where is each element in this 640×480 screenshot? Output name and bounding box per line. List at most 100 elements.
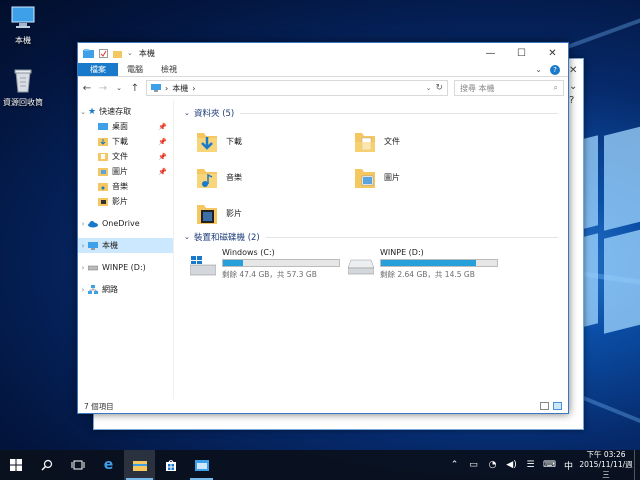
- search-icon: ⌕: [553, 83, 558, 92]
- downloads-folder-icon: [98, 138, 108, 146]
- desktop-icon-this-pc[interactable]: 本機: [0, 4, 46, 46]
- drives-group-header[interactable]: ⌄ 裝置和磁碟機 (2): [184, 230, 558, 244]
- music-folder-icon: [197, 169, 217, 188]
- drive-usage-fill: [223, 260, 243, 266]
- task-view-button[interactable]: [62, 450, 93, 480]
- sidebar-item-this-pc[interactable]: › 本機: [78, 238, 173, 253]
- folder-documents[interactable]: 文件: [354, 128, 400, 154]
- content-pane: ⌄ 資料夾 (5) 下載 文件 音樂 圖片 影片 ⌄ 裝置和磁碟機 (2) Wi…: [174, 100, 568, 399]
- properties-icon[interactable]: [99, 48, 108, 58]
- drive-d[interactable]: WINPE (D:) 剩餘 2.64 GB，共 14.5 GB: [348, 248, 498, 280]
- address-bar[interactable]: › 本機 › ⌄ ↻: [146, 80, 448, 96]
- sidebar-item-label: 本機: [102, 241, 118, 250]
- folder-pictures[interactable]: 圖片: [354, 164, 400, 190]
- title-bar[interactable]: ⌄ 本機 — ☐ ✕: [78, 43, 568, 63]
- sidebar-item-quick-access[interactable]: ⌄ ★ 快速存取: [78, 104, 173, 119]
- large-icons-view-button[interactable]: [553, 402, 562, 410]
- app-taskbar-button[interactable]: [186, 450, 217, 480]
- folder-downloads[interactable]: 下載: [196, 128, 242, 154]
- collapsed-chevron-icon[interactable]: ›: [78, 220, 88, 228]
- tab-file[interactable]: 檔案: [78, 63, 118, 76]
- expanded-chevron-icon[interactable]: ⌄: [184, 109, 194, 117]
- desktop-icon-recycle-bin[interactable]: 資源回收筒: [0, 66, 46, 108]
- pin-icon[interactable]: 📌: [158, 138, 167, 146]
- sidebar-item-label: 文件: [112, 152, 128, 161]
- search-placeholder: 搜尋 本機: [460, 83, 495, 93]
- address-location[interactable]: 本機: [172, 83, 188, 94]
- clock[interactable]: 下午 03:26 2015/11/11/週三: [578, 450, 634, 480]
- collapsed-chevron-icon[interactable]: ›: [78, 264, 88, 272]
- drive-usage-bar: [222, 259, 340, 267]
- details-view-button[interactable]: [540, 402, 549, 410]
- file-explorer-taskbar-button[interactable]: [124, 450, 155, 480]
- help-icon[interactable]: ?: [550, 64, 560, 75]
- tab-computer[interactable]: 電腦: [118, 63, 152, 76]
- sidebar-item-downloads[interactable]: 下載 📌: [78, 134, 173, 149]
- file-explorer-icon: [132, 460, 147, 471]
- search-input[interactable]: 搜尋 本機 ⌕: [454, 80, 564, 96]
- up-button[interactable]: ↑: [130, 83, 140, 94]
- expand-ribbon-icon[interactable]: ⌄: [535, 65, 542, 74]
- network-icon[interactable]: ◔: [483, 460, 502, 470]
- sidebar-item-videos[interactable]: 影片: [78, 194, 173, 209]
- recent-locations-button[interactable]: ⌄: [114, 84, 124, 92]
- expanded-chevron-icon[interactable]: ⌄: [78, 108, 88, 116]
- folder-videos[interactable]: 影片: [196, 200, 242, 226]
- volume-icon[interactable]: ◀): [502, 460, 521, 470]
- customize-toolbar-icon[interactable]: ⌄: [127, 49, 133, 57]
- address-dropdown-icon[interactable]: ⌄: [426, 84, 432, 92]
- downloads-folder-icon: [197, 133, 217, 152]
- search-button[interactable]: [31, 450, 62, 480]
- folders-group-header[interactable]: ⌄ 資料夾 (5): [184, 106, 558, 120]
- sidebar-item-documents[interactable]: 文件 📌: [78, 149, 173, 164]
- sidebar-item-winpe[interactable]: › WINPE (D:): [78, 260, 173, 275]
- sidebar-item-onedrive[interactable]: › OneDrive: [78, 216, 173, 231]
- sidebar-item-music[interactable]: 音樂: [78, 179, 173, 194]
- explorer-body: ⌄ ★ 快速存取 桌面 📌 下載 📌 文件 📌 圖片 📌 音樂 影片 › One…: [78, 100, 568, 399]
- action-center-icon[interactable]: ☰: [521, 460, 540, 470]
- desktop-folder-icon: [98, 123, 108, 130]
- sidebar-item-pictures[interactable]: 圖片 📌: [78, 164, 173, 179]
- refresh-icon[interactable]: ↻: [435, 83, 443, 93]
- drive-name: Windows (C:): [222, 248, 275, 257]
- pin-icon[interactable]: 📌: [158, 168, 167, 176]
- touch-keyboard-icon[interactable]: ⌨: [540, 460, 559, 470]
- close-button[interactable]: ✕: [537, 43, 568, 63]
- windows-start-icon: [9, 459, 22, 471]
- show-hidden-icons-chevron-icon[interactable]: ⌃: [445, 460, 464, 470]
- forward-button[interactable]: →: [98, 83, 108, 94]
- input-method-indicator[interactable]: 中: [559, 459, 578, 472]
- sidebar-item-desktop[interactable]: 桌面 📌: [78, 119, 173, 134]
- maximize-button[interactable]: ☐: [506, 43, 537, 63]
- drive-free-space: 剩餘 47.4 GB，共 57.3 GB: [222, 270, 317, 279]
- address-separator-icon[interactable]: ›: [192, 84, 195, 93]
- back-button[interactable]: ←: [82, 83, 92, 94]
- sidebar-item-label: 下載: [112, 137, 128, 146]
- sidebar-item-label: 網路: [102, 285, 118, 294]
- collapsed-chevron-icon[interactable]: ›: [78, 286, 88, 294]
- computer-icon: [151, 84, 161, 92]
- pin-icon[interactable]: 📌: [158, 123, 167, 131]
- pin-icon[interactable]: 📌: [158, 153, 167, 161]
- expanded-chevron-icon[interactable]: ⌄: [184, 233, 194, 241]
- store-button[interactable]: [155, 450, 186, 480]
- folder-label: 文件: [384, 136, 400, 146]
- start-button[interactable]: [0, 450, 31, 480]
- device-icon[interactable]: ▭: [464, 460, 483, 470]
- drive-name: WINPE (D:): [380, 248, 424, 257]
- back-window-expand-icon: ⌄: [569, 81, 578, 92]
- taskbar: e ⌃ ▭ ◔ ◀) ☰ ⌨ 中 下午 03:26 2015/11/11/週三: [0, 450, 640, 480]
- tab-view[interactable]: 檢視: [152, 63, 186, 76]
- minimize-button[interactable]: —: [475, 43, 506, 63]
- drive-c[interactable]: Windows (C:) 剩餘 47.4 GB，共 57.3 GB: [190, 248, 340, 280]
- folder-music[interactable]: 音樂: [196, 164, 242, 190]
- sidebar-item-network[interactable]: › 網路: [78, 282, 173, 297]
- collapsed-chevron-icon[interactable]: ›: [78, 242, 88, 250]
- folder-label: 下載: [226, 136, 242, 146]
- show-desktop-button[interactable]: [634, 450, 640, 480]
- address-separator-icon[interactable]: ›: [165, 84, 168, 93]
- explorer-window[interactable]: ⌄ 本機 — ☐ ✕ 檔案 電腦 檢視 ⌄ ? ← → ⌄ ↑ › 本機 › ⌄…: [77, 42, 569, 414]
- new-folder-icon[interactable]: [113, 49, 122, 58]
- back-window-close-icon: ✕: [569, 65, 578, 76]
- edge-button[interactable]: e: [93, 450, 124, 480]
